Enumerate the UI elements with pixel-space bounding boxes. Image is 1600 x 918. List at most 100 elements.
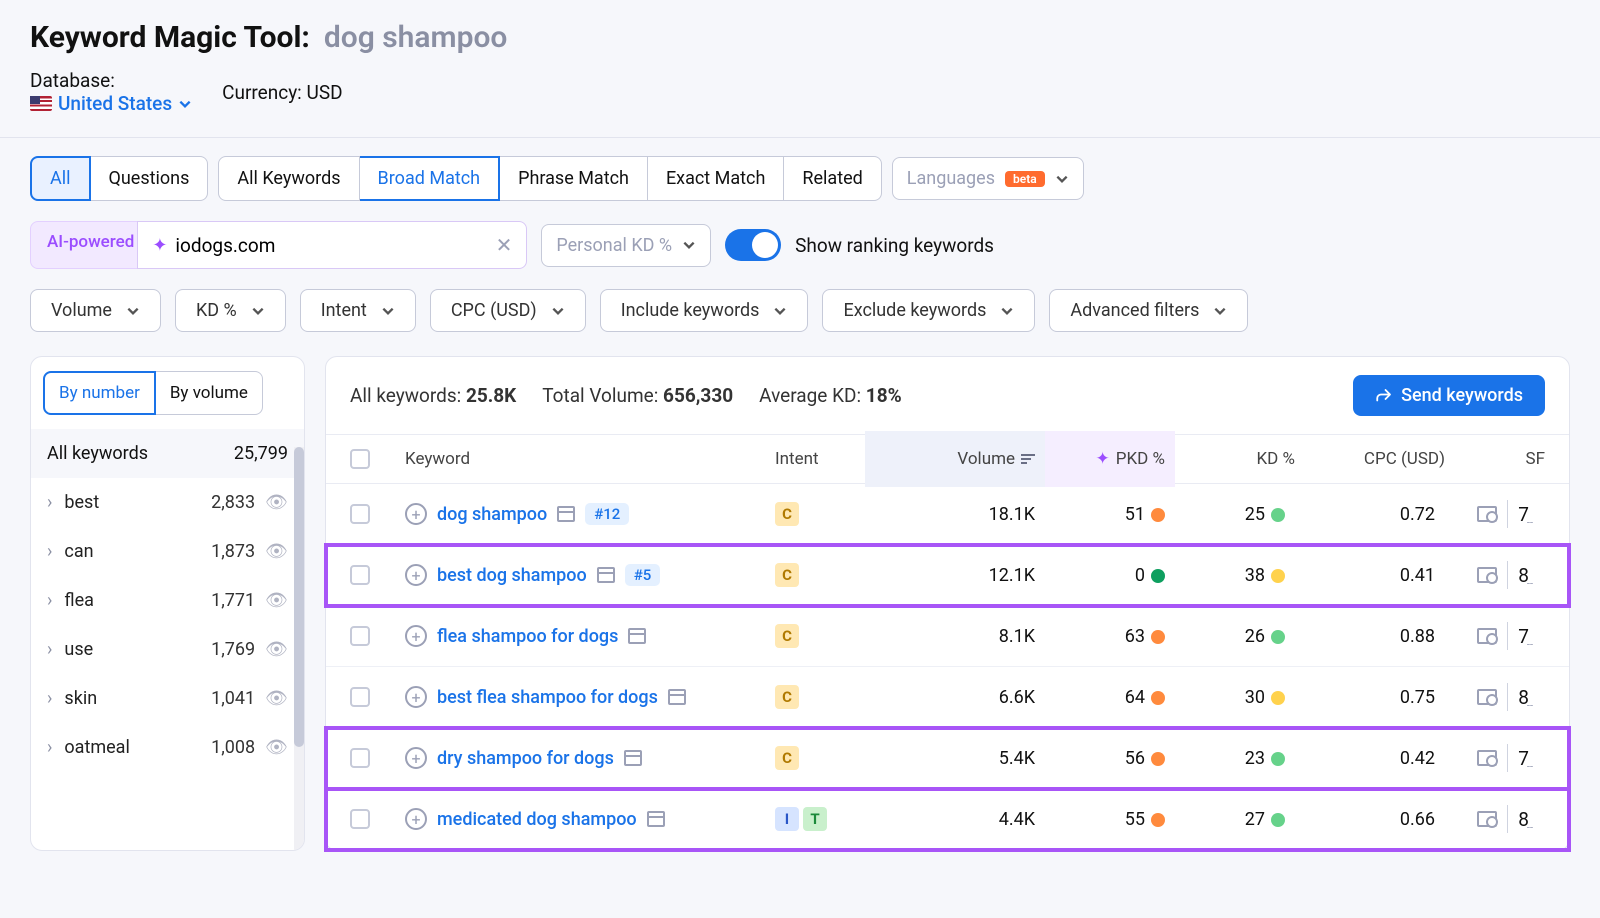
th-keyword[interactable]: Keyword [405,449,775,469]
row-checkbox[interactable] [350,504,370,524]
sidebar-group-flea[interactable]: ›flea1,771👁 [31,576,304,625]
tab-by-volume[interactable]: By volume [156,371,263,415]
cell-pkd: 0 [1045,565,1175,586]
filter-volume[interactable]: Volume [30,289,161,332]
serpfeat-icon[interactable] [1477,750,1497,766]
row-checkbox[interactable] [350,565,370,585]
cell-volume: 6.6K [865,687,1045,708]
sidebar-group-oatmeal[interactable]: ›oatmeal1,008👁 [31,723,304,772]
intent-badge-T: T [803,807,827,831]
tab-all[interactable]: All [30,156,91,201]
serpfeat-icon[interactable] [1477,811,1497,827]
filter-cpc[interactable]: CPC (USD) [430,289,586,332]
all-keywords-count: 25,799 [234,443,288,464]
filter-advanced[interactable]: Advanced filters [1049,289,1248,332]
tab-related[interactable]: Related [784,156,881,201]
database-label: Database: [30,69,115,92]
keyword-link[interactable]: dog shampoo [437,504,547,525]
sidebar-group-skin[interactable]: ›skin1,041👁 [31,674,304,723]
th-intent[interactable]: Intent [775,449,865,469]
results-panel: All keywords: 25.8K Total Volume: 656,33… [325,356,1570,851]
th-cpc[interactable]: CPC (USD) [1295,449,1445,469]
sidebar-group-best[interactable]: ›best2,833👁 [31,478,304,527]
cell-pkd: 63 [1045,626,1175,647]
row-checkbox[interactable] [350,748,370,768]
row-checkbox[interactable] [350,809,370,829]
totvol-stat: 656,330 [663,384,733,407]
th-kd[interactable]: KD % [1175,449,1295,469]
th-volume[interactable]: Volume [865,431,1045,487]
intent-badge-C: C [775,685,799,709]
filter-exclude[interactable]: Exclude keywords [822,289,1035,332]
table-row: + dry shampoo for dogs C 5.4K 56 23 0.42… [326,728,1569,789]
serp-icon[interactable] [628,628,646,644]
group-count: 1,769 [211,639,255,660]
serp-icon[interactable] [557,506,575,522]
domain-input-wrap[interactable]: ✦ ✕ [137,221,527,269]
database-selector[interactable]: United States [30,92,192,115]
row-checkbox[interactable] [350,626,370,646]
serp-icon[interactable] [624,750,642,766]
group-count: 1,041 [211,688,255,709]
group-label: skin [64,688,97,709]
all-keywords-label: All keywords [47,443,148,464]
tab-allkeywords[interactable]: All Keywords [218,156,359,201]
serpfeat-icon[interactable] [1477,689,1497,705]
difficulty-dot [1151,508,1165,522]
serpfeat-icon[interactable] [1477,628,1497,644]
show-ranking-toggle[interactable] [725,229,781,261]
add-icon[interactable]: + [405,747,427,769]
all-keywords-row[interactable]: All keywords 25,799 [31,429,304,478]
select-all-checkbox[interactable] [350,449,370,469]
tab-by-number[interactable]: By number [43,371,156,415]
eye-icon[interactable]: 👁 [265,541,288,562]
eye-icon[interactable]: 👁 [265,688,288,709]
keyword-link[interactable]: medicated dog shampoo [437,809,637,830]
add-icon[interactable]: + [405,564,427,586]
tab-questions[interactable]: Questions [91,156,209,201]
filter-intent[interactable]: Intent [300,289,416,332]
table-row: + medicated dog shampoo IT 4.4K 55 27 0.… [326,789,1569,850]
tab-phrasematch[interactable]: Phrase Match [500,156,648,201]
add-icon[interactable]: + [405,503,427,525]
cell-volume: 18.1K [865,504,1045,525]
serpfeat-icon[interactable] [1477,567,1497,583]
add-icon[interactable]: + [405,808,427,830]
serp-icon[interactable] [668,689,686,705]
eye-icon[interactable]: 👁 [265,590,288,611]
send-keywords-button[interactable]: Send keywords [1353,375,1545,416]
add-icon[interactable]: + [405,625,427,647]
filter-kd[interactable]: KD % [175,289,286,332]
difficulty-dot [1271,630,1285,644]
languages-dropdown[interactable]: Languages beta [892,157,1084,200]
th-sf[interactable]: SF [1445,449,1545,469]
row-checkbox[interactable] [350,687,370,707]
currency-label: Currency: USD [222,81,342,104]
table-row: + dog shampoo #12 C 18.1K 51 25 0.72 7-- [326,484,1569,545]
cell-kd: 38 [1175,565,1295,586]
scrollbar[interactable] [294,447,304,850]
tab-broadmatch[interactable]: Broad Match [360,156,501,201]
sidebar-group-use[interactable]: ›use1,769👁 [31,625,304,674]
add-icon[interactable]: + [405,686,427,708]
keyword-link[interactable]: dry shampoo for dogs [437,748,614,769]
beta-badge: beta [1005,171,1045,187]
keyword-link[interactable]: best dog shampoo [437,565,587,586]
domain-input[interactable] [175,234,495,257]
cell-cpc: 0.88 [1295,626,1445,647]
tab-exactmatch[interactable]: Exact Match [648,156,784,201]
filter-include[interactable]: Include keywords [600,289,809,332]
clear-icon[interactable]: ✕ [496,233,513,257]
keyword-link[interactable]: best flea shampoo for dogs [437,687,658,708]
serp-icon[interactable] [647,811,665,827]
eye-icon[interactable]: 👁 [265,737,288,758]
keyword-link[interactable]: flea shampoo for dogs [437,626,618,647]
personal-kd-dropdown[interactable]: Personal KD % [541,224,711,267]
chevron-down-icon [551,304,565,318]
serp-icon[interactable] [597,567,615,583]
th-pkd[interactable]: ✦PKD % [1045,431,1175,487]
eye-icon[interactable]: 👁 [265,492,288,513]
serpfeat-icon[interactable] [1477,506,1497,522]
sidebar-group-can[interactable]: ›can1,873👁 [31,527,304,576]
eye-icon[interactable]: 👁 [265,639,288,660]
